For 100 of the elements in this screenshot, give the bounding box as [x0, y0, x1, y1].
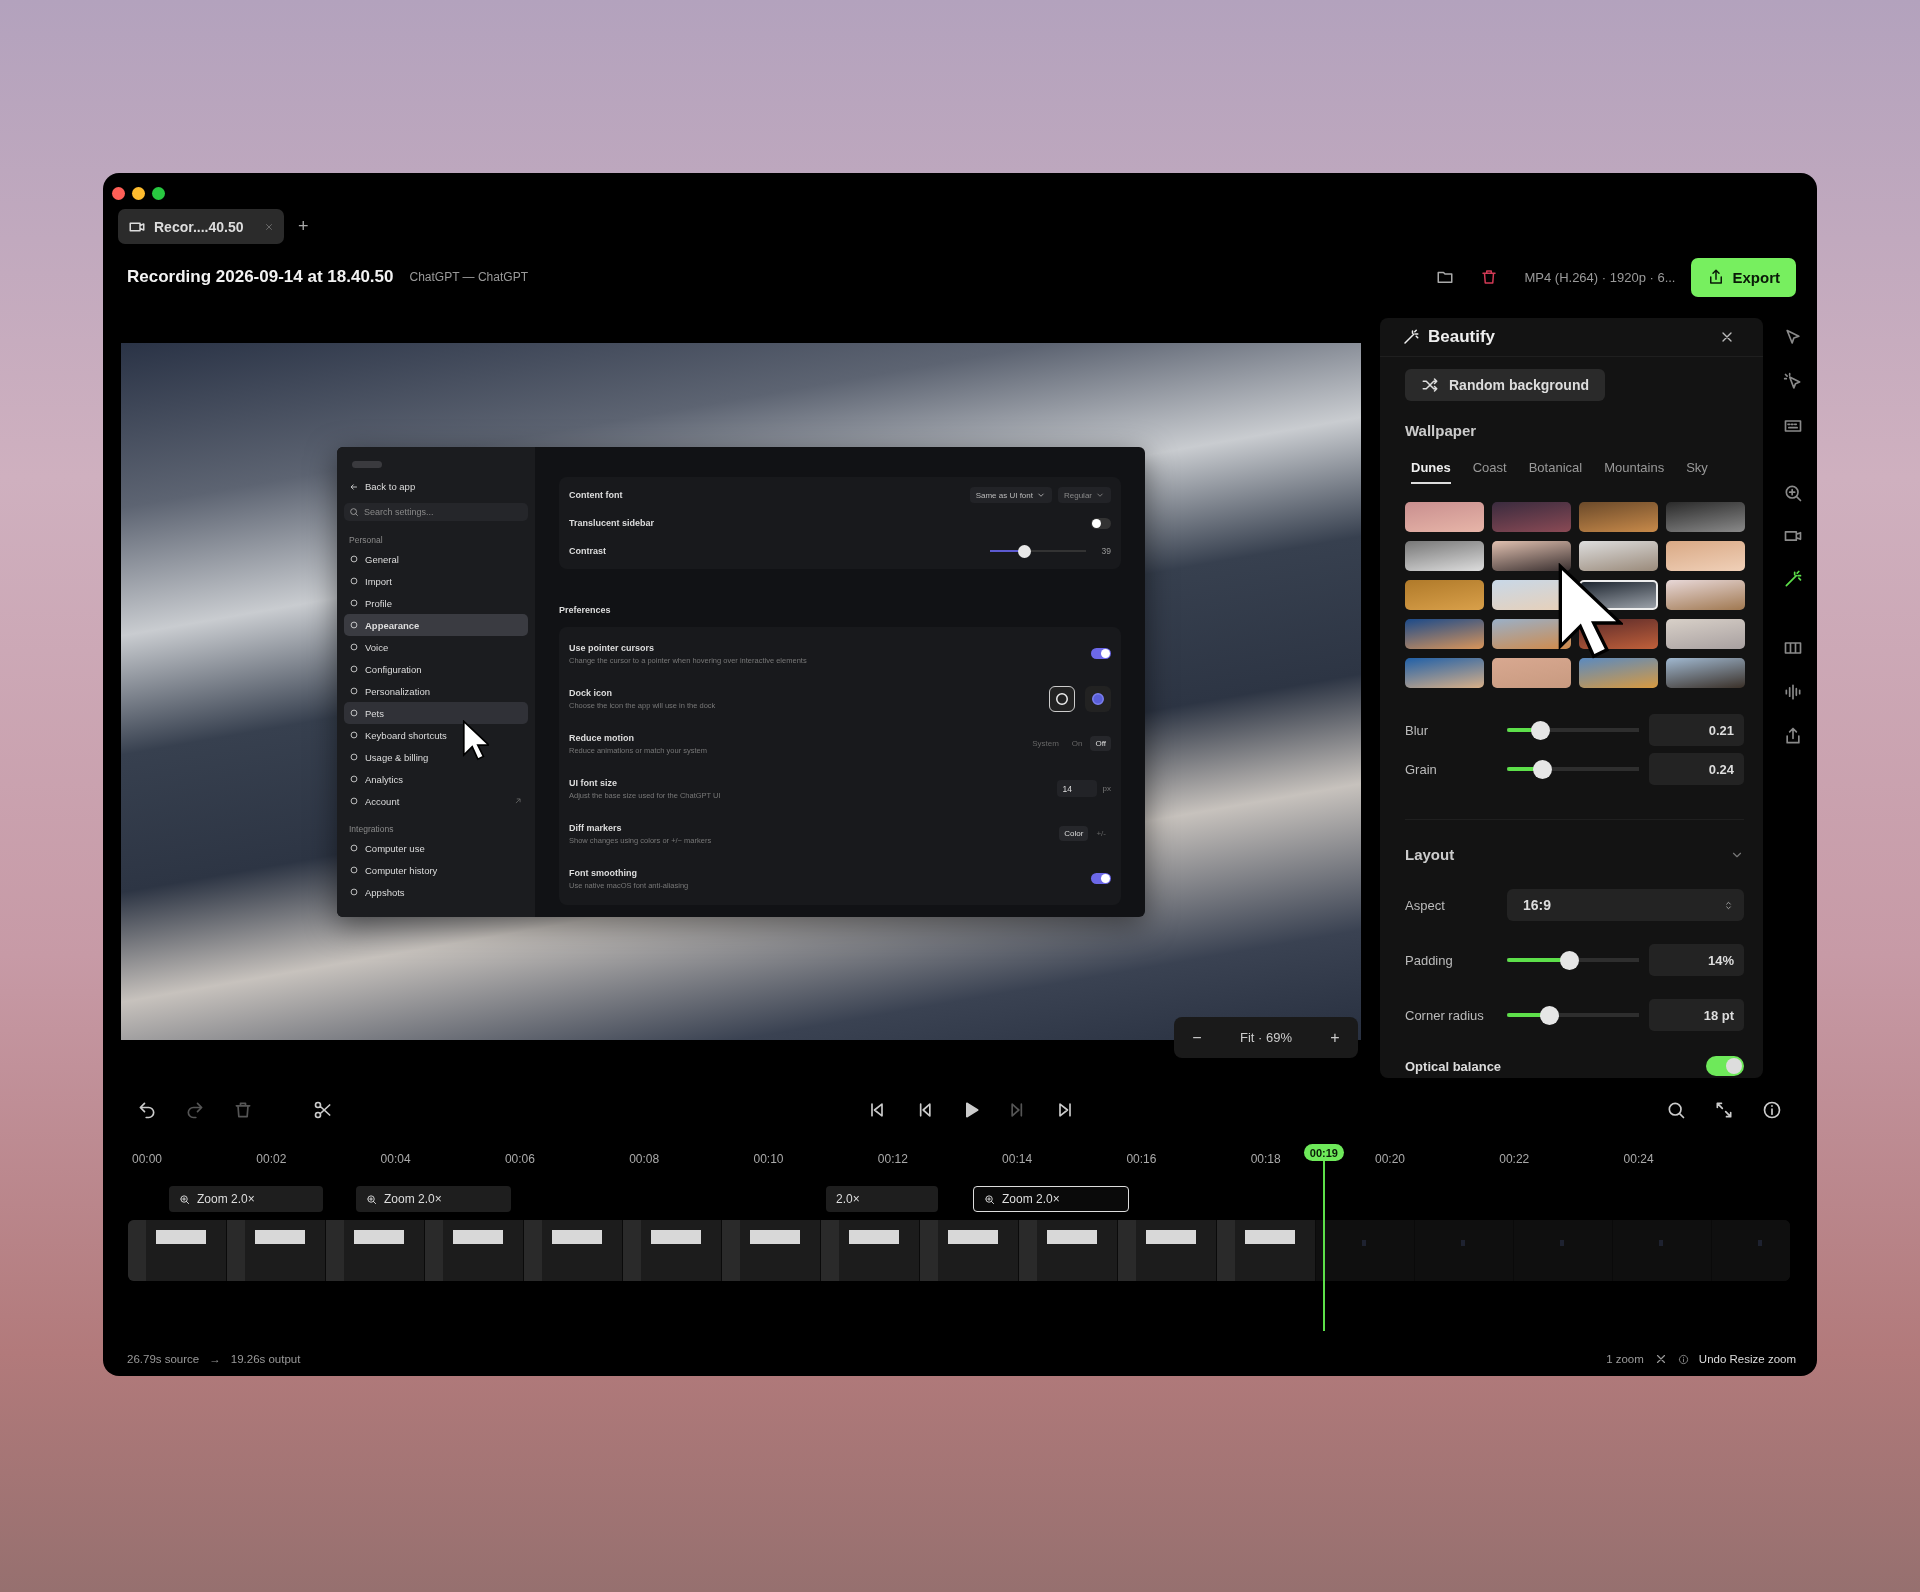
scissors-button[interactable] — [313, 1100, 333, 1120]
section-heading: Layout — [1405, 846, 1455, 863]
random-background-button[interactable]: Random background — [1405, 369, 1605, 401]
wallpaper-thumbnail[interactable] — [1579, 502, 1658, 532]
export-format-label[interactable]: MP4 (H.264) · 1920p · 6... — [1524, 269, 1676, 285]
new-tab-button[interactable]: + — [298, 216, 309, 237]
wallpaper-thumbnail[interactable] — [1666, 541, 1745, 571]
sidebar-item[interactable]: Computer use — [344, 837, 528, 859]
wallpaper-tab[interactable]: Botanical — [1528, 460, 1583, 484]
toggle-switch[interactable] — [1091, 517, 1111, 529]
wallpaper-thumbnail[interactable] — [1492, 502, 1571, 532]
sidebar-item[interactable]: Usage & billing — [344, 746, 528, 768]
setting-label: UI font size — [569, 777, 618, 788]
up-down-arrows-icon — [1723, 899, 1734, 911]
window-handle — [352, 461, 382, 468]
trash-icon — [233, 1100, 253, 1120]
export-button[interactable]: Export — [1691, 257, 1796, 297]
slider-label: Blur — [1405, 722, 1430, 738]
wallpaper-thumbnail[interactable] — [1579, 658, 1658, 688]
toggle-switch[interactable] — [1091, 648, 1111, 659]
close-window-button[interactable] — [112, 187, 125, 200]
zoom-out-button[interactable]: − — [1180, 1022, 1214, 1053]
playhead-line[interactable] — [1322, 1161, 1325, 1331]
zoom-segment[interactable]: 2.0× — [826, 1186, 938, 1212]
sidebar-item[interactable]: Appearance — [344, 614, 528, 636]
zoom-window-button[interactable] — [152, 187, 165, 200]
wallpaper-thumbnail[interactable] — [1405, 580, 1484, 610]
wallpaper-thumbnail[interactable] — [1666, 658, 1745, 688]
value-field[interactable]: 0.24 — [1649, 753, 1744, 785]
playhead-time-label: 00:19 — [1303, 1144, 1344, 1161]
segment-option[interactable]: Off — [1090, 736, 1111, 751]
sidebar-item[interactable]: Keyboard shortcuts — [344, 724, 528, 746]
sidebar-item[interactable]: Configuration — [344, 658, 528, 680]
sidebar-item[interactable]: Account — [344, 790, 528, 812]
wallpaper-tab[interactable]: Sky — [1686, 460, 1708, 484]
dropdown[interactable]: Regular — [1058, 487, 1111, 503]
time-label: 00:08 — [629, 1152, 660, 1166]
slider-thumb[interactable] — [1533, 759, 1553, 779]
undo-link[interactable]: Undo Resize zoom — [1698, 1353, 1796, 1365]
settings-search-field[interactable]: Search settings... — [344, 503, 528, 521]
minimize-window-button[interactable] — [132, 187, 145, 200]
slider-thumb[interactable] — [1560, 950, 1579, 970]
dock-icon-option[interactable] — [1049, 685, 1075, 712]
wallpaper-thumbnail[interactable] — [1666, 580, 1745, 610]
segment-option[interactable]: Color — [1059, 826, 1089, 841]
wallpaper-thumbnail[interactable] — [1405, 502, 1484, 532]
sidebar-item[interactable]: Profile — [344, 592, 528, 614]
sidebar-item[interactable]: Analytics — [344, 768, 528, 790]
wallpaper-thumbnail[interactable] — [1405, 619, 1484, 649]
magnifier-icon — [984, 1193, 995, 1205]
sidebar-item[interactable]: Appshots — [344, 881, 528, 903]
slider-thumb[interactable] — [1018, 544, 1032, 558]
section-heading: Preferences — [559, 605, 612, 615]
toggle-switch[interactable] — [1706, 1056, 1744, 1076]
sidebar-item[interactable]: Personalization — [344, 680, 528, 702]
arrow-glyph: → — [209, 1353, 221, 1365]
wallpaper-thumbnail[interactable] — [1492, 541, 1571, 571]
wallpaper-thumbnail[interactable] — [1579, 541, 1658, 571]
wallpaper-tab[interactable]: Dunes — [1411, 460, 1451, 484]
time-label: 00:02 — [256, 1152, 287, 1166]
zoom-in-button[interactable]: + — [1318, 1022, 1352, 1053]
toggle-switch[interactable] — [1091, 873, 1111, 884]
wallpaper-thumbnail[interactable] — [1492, 658, 1571, 688]
slider-thumb[interactable] — [1540, 1005, 1560, 1025]
info-button[interactable] — [1762, 1100, 1782, 1120]
scissors-icon — [313, 1100, 333, 1120]
search-button[interactable] — [1666, 1100, 1686, 1120]
value-field[interactable]: 14% — [1649, 944, 1744, 976]
info-icon — [1677, 1353, 1689, 1365]
wallpaper-thumbnail[interactable] — [1666, 502, 1745, 532]
wallpaper-thumbnail[interactable] — [1405, 658, 1484, 688]
sidebar-item[interactable]: Import — [344, 570, 528, 592]
wallpaper-thumbnail[interactable] — [1666, 619, 1745, 649]
trash-icon[interactable] — [1480, 268, 1499, 286]
zoom-segment[interactable]: Zoom 2.0× — [169, 1186, 323, 1212]
sidebar-item[interactable]: Pets — [344, 702, 528, 724]
time-label: 00:06 — [504, 1152, 535, 1166]
value-field[interactable]: 18 pt — [1649, 999, 1744, 1031]
zoom-segment[interactable]: Zoom 2.0× — [356, 1186, 511, 1212]
time-label: 00:04 — [380, 1152, 411, 1166]
dropdown[interactable]: Same as UI font — [969, 487, 1052, 503]
expand-button[interactable] — [1714, 1100, 1734, 1120]
undo-button[interactable] — [137, 1100, 157, 1120]
time-label: 00:18 — [1250, 1152, 1281, 1166]
wallpaper-tab[interactable]: Coast — [1472, 460, 1507, 484]
sidebar-item[interactable]: Voice — [344, 636, 528, 658]
recording-title: Recording 2026-09-14 at 18.40.50 — [127, 267, 394, 287]
sidebar-item[interactable]: Computer history — [344, 859, 528, 881]
slider-thumb[interactable] — [1530, 720, 1550, 740]
wallpaper-tab[interactable]: Mountains — [1604, 460, 1665, 484]
number-field[interactable]: 14 — [1056, 780, 1097, 797]
tool-button[interactable] — [1782, 372, 1803, 392]
setting-label: Optical balance — [1405, 1058, 1502, 1074]
sidebar-item[interactable]: General — [344, 548, 528, 570]
wallpaper-thumbnail[interactable] — [1405, 541, 1484, 571]
aspect-select[interactable]: 16:9 — [1507, 889, 1744, 921]
magnifier-icon — [366, 1193, 377, 1205]
value-field[interactable]: 0.21 — [1649, 714, 1744, 746]
document-tab[interactable]: Recor....40.50 — [118, 209, 284, 244]
zoom-segment[interactable]: Zoom 2.0× — [973, 1186, 1129, 1212]
